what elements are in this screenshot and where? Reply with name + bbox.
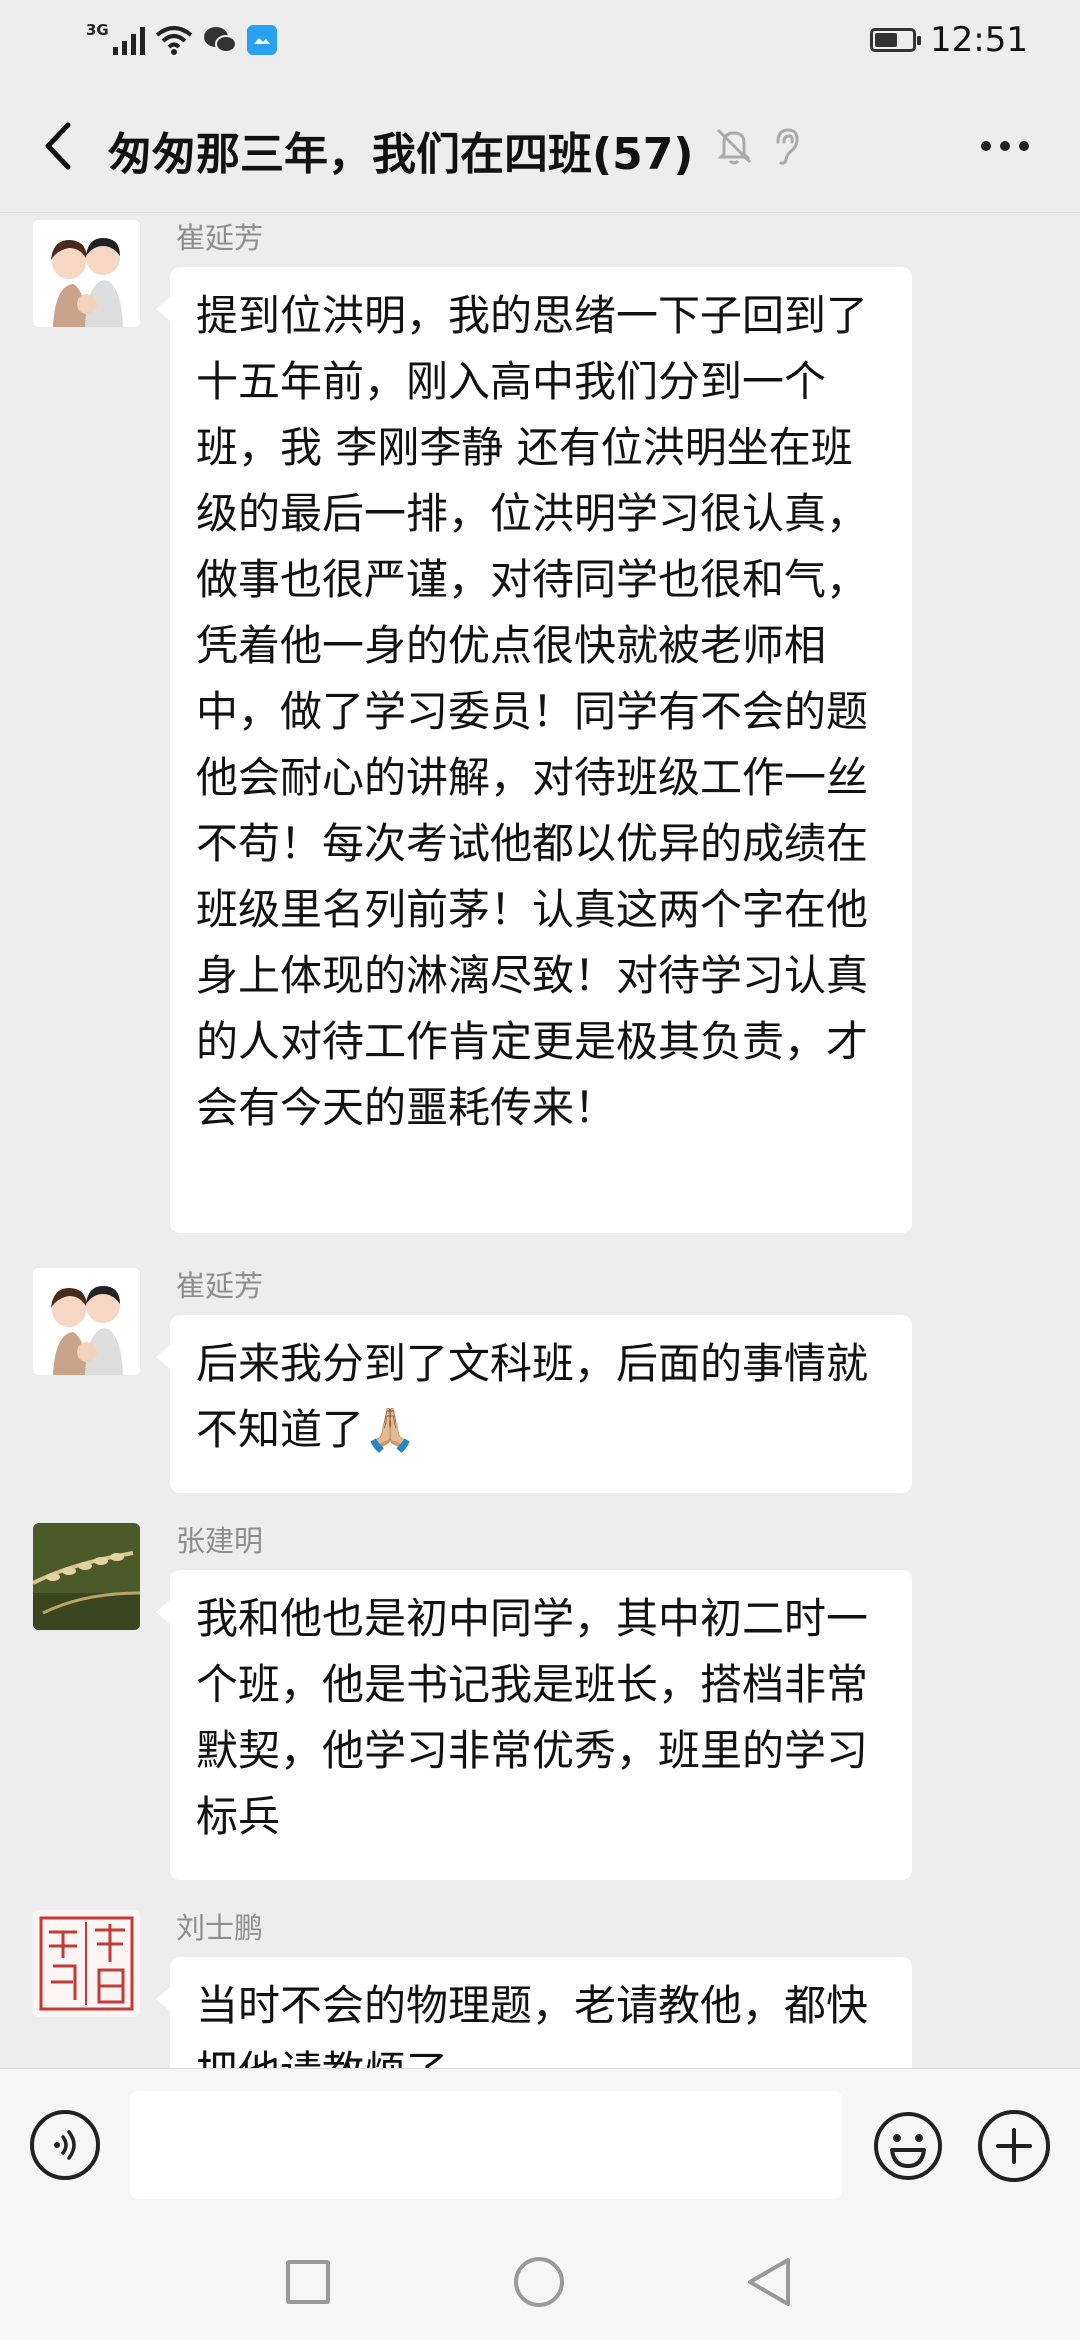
chat-header: 匆匆那三年，我们在四班(57) [0, 80, 1080, 213]
network-type: 3G [86, 21, 109, 39]
battery-level [875, 33, 897, 47]
avatar[interactable] [33, 1268, 140, 1375]
signal-icon [112, 25, 145, 55]
more-dot-icon [1000, 141, 1010, 151]
sender-name: 崔延芳 [176, 1269, 264, 1303]
status-left: 3G [86, 18, 277, 62]
plus-icon [996, 2128, 1032, 2164]
home-button[interactable] [514, 2257, 564, 2307]
more-options-button[interactable] [970, 120, 1040, 172]
wifi-icon [155, 26, 193, 55]
message-list[interactable]: 崔延芳 提到位洪明，我的思绪一下子回到了十五年前，刚入高中我们分到一个班，我 李… [0, 213, 1080, 2068]
voice-icon [54, 2130, 76, 2160]
system-nav-bar [0, 2220, 1080, 2340]
couple-cartoon-avatar-icon [33, 220, 140, 327]
wheat-avatar-icon [33, 1523, 140, 1630]
battery-icon [870, 28, 922, 52]
page-title: 匆匆那三年，我们在四班(57) [108, 129, 694, 180]
voice-input-button[interactable] [30, 2110, 100, 2180]
recent-apps-button[interactable] [286, 2260, 330, 2304]
input-bar [0, 2068, 1080, 2221]
avatar[interactable] [33, 1523, 140, 1630]
seal-stamp-avatar-icon [33, 1910, 140, 2017]
more-functions-button[interactable] [978, 2110, 1050, 2182]
more-dot-icon [1019, 141, 1029, 151]
message-bubble[interactable]: 提到位洪明，我的思绪一下子回到了十五年前，刚入高中我们分到一个班，我 李刚李静 … [156, 267, 912, 1233]
back-button[interactable] [28, 116, 88, 176]
message-input[interactable] [130, 2091, 842, 2199]
back-arrow-icon [45, 122, 71, 170]
app-notification-icon [246, 25, 277, 55]
status-right: 12:51 [870, 18, 1028, 62]
nav-back-button[interactable] [744, 2256, 794, 2308]
status-bar: 3G 12:51 [0, 0, 1080, 80]
message-bubble[interactable]: 我和他也是初中同学，其中初二时一个班，他是书记我是班长，搭档非常默契，他学习非常… [156, 1570, 912, 1880]
mute-bell-icon [716, 128, 752, 165]
sender-name: 刘士鹏 [176, 1911, 264, 1945]
more-dot-icon [981, 141, 991, 151]
sender-name: 崔延芳 [176, 221, 264, 255]
wechat-notification-icon [203, 27, 237, 53]
avatar[interactable] [33, 1910, 140, 2017]
clock: 12:51 [930, 20, 1028, 60]
message-bubble[interactable]: 后来我分到了文科班，后面的事情就不知道了🙏🏼 [156, 1315, 912, 1493]
sender-name: 张建明 [176, 1524, 264, 1558]
emoji-button[interactable] [872, 2110, 944, 2182]
couple-cartoon-avatar-icon [33, 1268, 140, 1375]
ear-icon [776, 128, 799, 165]
avatar[interactable] [33, 220, 140, 327]
message-bubble[interactable]: 当时不会的物理题，老请教他，都快把他请教烦了。 [156, 1957, 912, 2068]
